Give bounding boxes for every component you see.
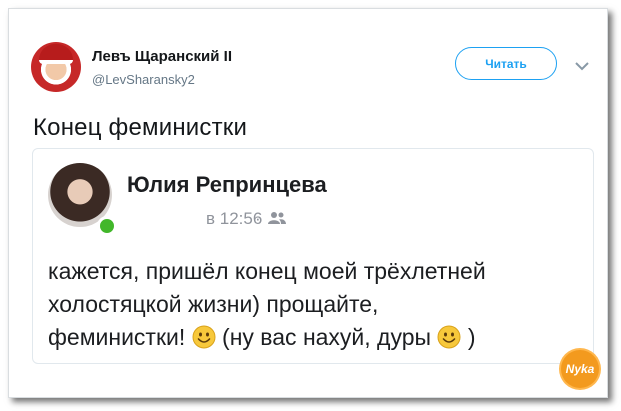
post-body: кажется, пришёл конец моей трёхлетней хо… xyxy=(48,255,578,354)
online-status-dot xyxy=(97,216,117,236)
author-avatar[interactable] xyxy=(31,42,81,92)
author-name[interactable]: Левъ Щаранский II xyxy=(92,48,232,65)
smiley-emoji-icon xyxy=(192,325,216,349)
post-text-line-3a: феминистки! xyxy=(48,324,192,350)
timestamp-separator: · xyxy=(255,209,261,228)
author-handle[interactable]: @LevSharansky2 xyxy=(92,72,195,87)
post-author-name: Юлия Репринцева xyxy=(127,172,327,197)
post-text-line-1: кажется, пришёл конец моей трёхлетней xyxy=(48,258,486,284)
chevron-down-icon[interactable] xyxy=(575,61,589,71)
post-text-line-3b: (ну вас нахуй, дуры xyxy=(215,324,438,350)
tweet-card: Левъ Щаранский II @LevSharansky2 Читать … xyxy=(8,8,608,398)
friends-icon xyxy=(268,212,286,224)
smiley-emoji-icon xyxy=(437,325,461,349)
follow-button[interactable]: Читать xyxy=(455,47,557,80)
watermark-logo: Nyka xyxy=(561,350,599,388)
santa-hat-graphic xyxy=(39,44,73,64)
embedded-screenshot[interactable]: Юлия Репринцева в 12:56 · кажется, пришё… xyxy=(32,148,594,364)
post-timestamp: в 12:56 xyxy=(206,209,263,228)
post-text-line-2: холостяцкой жизни) прощайте, xyxy=(48,291,379,317)
tweet-text: Конец феминистки xyxy=(33,114,248,141)
post-text-line-3c: ) xyxy=(461,324,476,350)
